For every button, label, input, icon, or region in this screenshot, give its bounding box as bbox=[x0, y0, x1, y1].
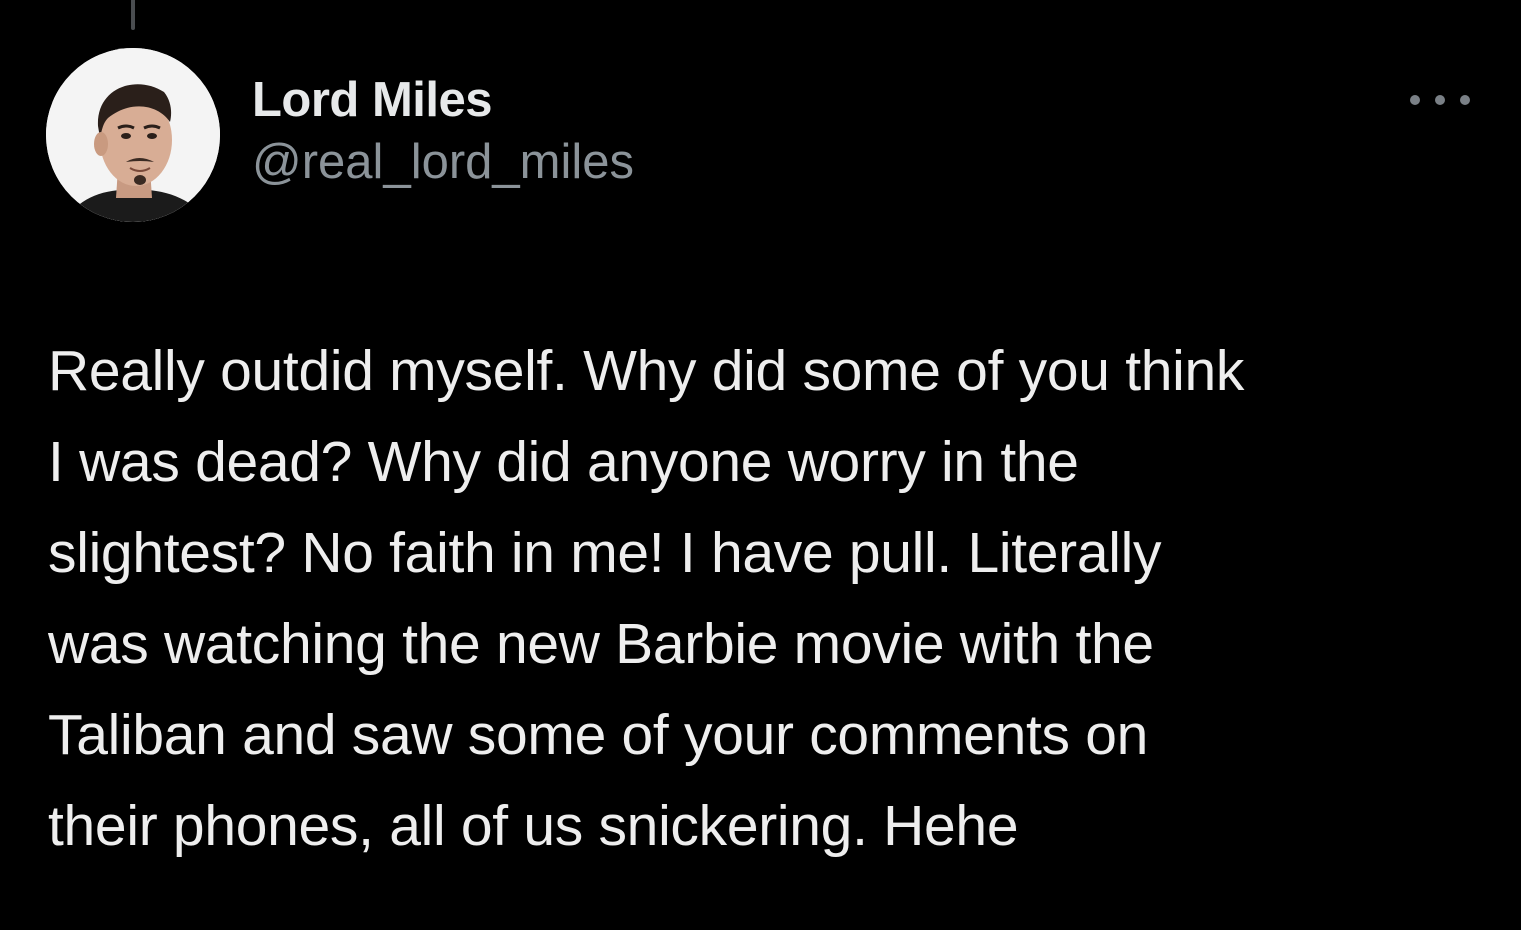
tweet-text-line: was watching the new Barbie movie with t… bbox=[48, 612, 1154, 676]
more-options-icon bbox=[1410, 95, 1420, 105]
avatar[interactable] bbox=[46, 48, 220, 222]
tweet-text-line: their phones, all of us snickering. Hehe bbox=[48, 794, 1019, 858]
tweet-text-line: I was dead? Why did anyone worry in the bbox=[48, 430, 1079, 494]
tweet-text-line: slightest? No faith in me! I have pull. … bbox=[48, 521, 1162, 585]
more-options-button[interactable] bbox=[1404, 82, 1476, 118]
thread-connector-line bbox=[131, 0, 135, 30]
tweet-text-line: Taliban and saw some of your comments on bbox=[48, 703, 1149, 767]
more-options-icon-dot bbox=[1460, 95, 1470, 105]
avatar-photo-icon bbox=[46, 48, 220, 222]
author-handle[interactable]: @real_lord_miles bbox=[252, 132, 634, 192]
more-options-icon-dot bbox=[1435, 95, 1445, 105]
tweet-author: Lord Miles @real_lord_miles bbox=[252, 70, 634, 192]
author-display-name[interactable]: Lord Miles bbox=[252, 70, 634, 130]
tweet-text-line: Really outdid myself. Why did some of yo… bbox=[48, 339, 1245, 403]
tweet-body: Really outdid myself. Why did some of yo… bbox=[48, 326, 1488, 872]
